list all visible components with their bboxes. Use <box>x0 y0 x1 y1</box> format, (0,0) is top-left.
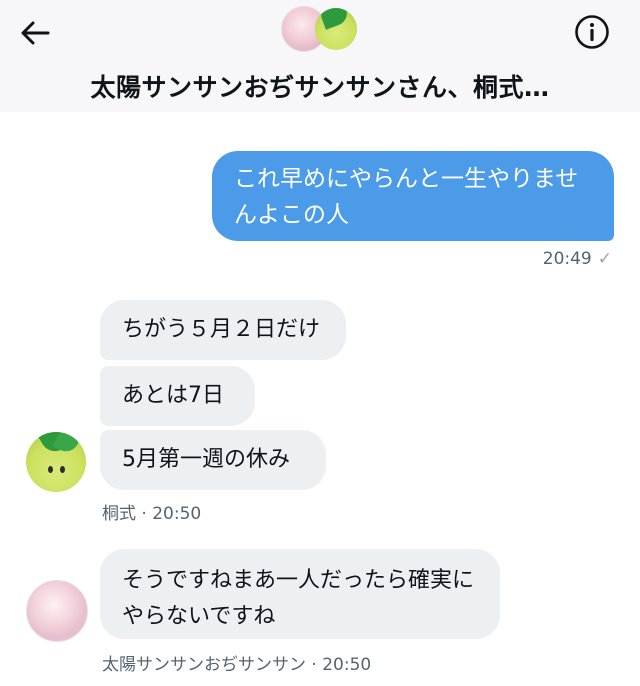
conversation-header: 太陽サンサンおぢサンサンさん、桐式… <box>0 0 640 112</box>
arrow-left-icon[interactable] <box>18 16 52 50</box>
conversation-title: 太陽サンサンおぢサンサンさん、桐式… <box>90 73 550 102</box>
message-bubble-incoming[interactable]: 5月第一週の休み <box>100 430 326 490</box>
avatar[interactable] <box>26 432 86 492</box>
group-avatars[interactable] <box>281 6 361 52</box>
message-bubble-incoming[interactable]: ちがう５月２日だけ <box>100 300 346 360</box>
message-sender-meta: 桐式 · 20:50 <box>102 504 202 524</box>
check-icon: ✓ <box>597 249 612 269</box>
avatar <box>315 8 357 50</box>
message-bubble-incoming[interactable]: あとは7日 <box>100 366 255 426</box>
message-bubble-outgoing[interactable]: これ早めにやらんと一生やりませんよこの人 <box>212 151 614 241</box>
message-timestamp: 20:49 ✓ <box>543 249 612 269</box>
message-time: 20:49 <box>542 249 592 269</box>
info-circle-icon[interactable] <box>574 14 610 50</box>
message-bubble-incoming[interactable]: そうですねまあ一人だったら確実にやらないですね <box>100 549 500 639</box>
message-sender-meta: 太陽サンサンおぢサンサン · 20:50 <box>102 655 372 675</box>
avatar[interactable] <box>26 580 88 642</box>
